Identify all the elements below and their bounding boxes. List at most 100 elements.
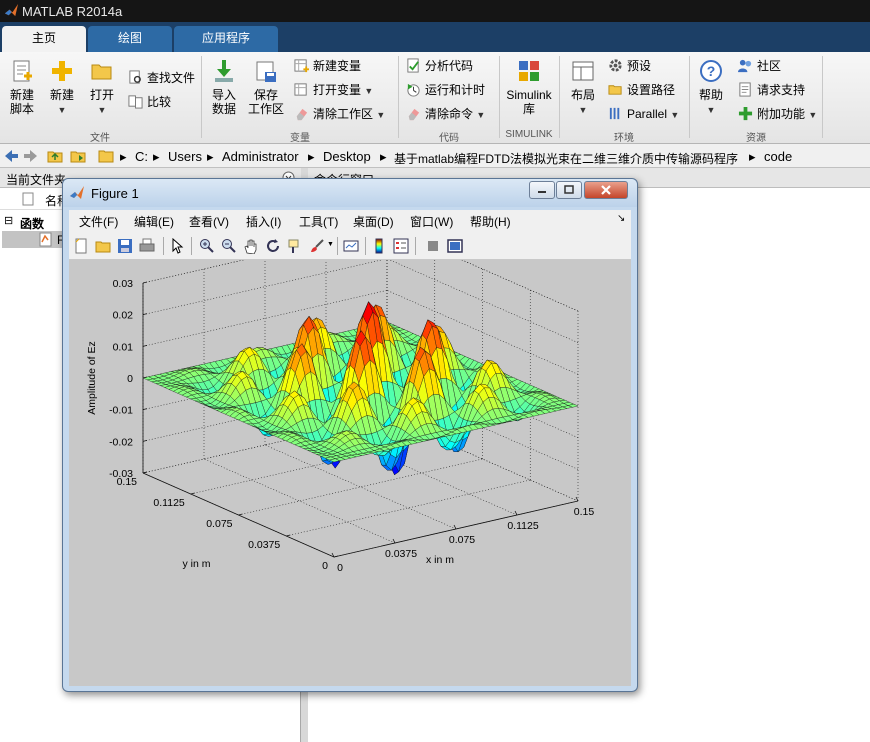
breadcrumb-desktop[interactable]: Desktop [323, 149, 371, 164]
z-tick-label: -0.01 [109, 405, 133, 417]
find-files-button[interactable]: 查找文件 [128, 68, 195, 88]
pan-hand-icon[interactable] [243, 238, 259, 254]
new-button[interactable]: 新建 ▼ [44, 58, 80, 117]
addons-button[interactable]: 附加功能 ▼ [738, 104, 817, 124]
pointer-icon[interactable] [169, 238, 185, 254]
toolbar-separator [191, 237, 192, 255]
menu-file[interactable]: 文件(F) [79, 213, 118, 230]
compare-button[interactable]: 比较 [128, 92, 171, 112]
analyze-code-icon [407, 58, 419, 73]
rotate-3d-icon[interactable] [265, 238, 281, 254]
run-and-time-button[interactable]: 运行和计时 [406, 80, 485, 100]
simulink-library-button[interactable]: Simulink 库 [504, 58, 554, 116]
tab-apps[interactable]: 应用程序 [174, 26, 278, 52]
up-folder-icon[interactable] [47, 148, 63, 164]
ribbon-separator [398, 56, 399, 138]
breadcrumb-administrator[interactable]: Administrator [222, 149, 299, 164]
dock-arrow-icon[interactable]: ↘ [617, 213, 625, 224]
preferences-button[interactable]: 预设 [608, 56, 651, 76]
parallel-button[interactable]: Parallel ▼ [608, 104, 679, 124]
brush-icon[interactable] [309, 238, 325, 254]
address-bar: ▸ C: ▸ Users ▸ Administrator ▸ Desktop ▸… [0, 144, 870, 168]
new-figure-icon[interactable] [73, 238, 89, 254]
menu-insert[interactable]: 插入(I) [246, 213, 281, 230]
print-icon[interactable] [139, 238, 155, 254]
open-variable-button[interactable]: 打开变量 ▼ [294, 80, 373, 100]
save-icon[interactable] [117, 238, 133, 254]
menu-help[interactable]: 帮助(H) [470, 213, 511, 230]
ribbon: 新建 脚本 新建 ▼ 打开 ▼ 查找文件 比较 文件 导入 数据 保存 工作区 新建变量 … [0, 52, 870, 144]
colorbar-icon[interactable] [371, 238, 387, 254]
maximize-button[interactable] [556, 181, 582, 199]
breadcrumb-code[interactable]: code [764, 149, 792, 164]
save-workspace-button[interactable]: 保存 工作区 [246, 58, 286, 116]
app-title: MATLAB R2014a [22, 4, 123, 19]
layout-button[interactable]: 布局 ▼ [566, 58, 600, 117]
minimize-button[interactable] [529, 181, 555, 199]
y-tick-label: 0.0375 [248, 539, 280, 551]
close-icon [601, 185, 611, 195]
z-axis-label: Amplitude of Ez [86, 341, 98, 415]
show-plot-tools-icon[interactable] [447, 238, 463, 254]
ribbon-tabstrip: 主页 绘图 应用程序 [0, 22, 870, 52]
breadcrumb-c[interactable]: C: [135, 149, 148, 164]
menu-tools[interactable]: 工具(T) [299, 213, 338, 230]
link-plot-icon[interactable] [343, 238, 359, 254]
request-support-button[interactable]: 请求支持 [738, 80, 805, 100]
hide-plot-tools-icon[interactable] [425, 238, 441, 254]
community-button[interactable]: 社区 [738, 56, 781, 76]
folder-icon [98, 150, 114, 163]
data-cursor-icon[interactable] [287, 238, 303, 254]
folder-path-icon [608, 85, 622, 95]
y-tick-label: 0.075 [206, 518, 232, 530]
new-script-button[interactable]: 新建 脚本 [4, 58, 40, 116]
open-file-icon[interactable] [95, 238, 111, 254]
legend-icon[interactable] [393, 238, 409, 254]
menu-desktop[interactable]: 桌面(D) [353, 213, 394, 230]
z-tick [142, 439, 148, 442]
x-tick [392, 538, 396, 544]
find-files-icon [129, 70, 141, 84]
open-button[interactable]: 打开 ▼ [84, 58, 120, 117]
x-tick-label: 0.0375 [385, 548, 417, 560]
group-label-environment: 环境 [614, 133, 634, 144]
tab-plots[interactable]: 绘图 [88, 26, 172, 52]
menu-window[interactable]: 窗口(W) [410, 213, 453, 230]
support-icon [739, 82, 751, 97]
breadcrumb-project-folder[interactable]: 基于matlab编程FDTD法模拟光束在二维三维介质中传输源码程序 [394, 150, 738, 167]
zoom-out-icon[interactable] [221, 238, 237, 254]
clear-workspace-button[interactable]: 清除工作区 ▼ [294, 104, 385, 124]
z-tick [142, 344, 148, 347]
grid-line [203, 458, 396, 544]
back-arrow-icon[interactable] [3, 148, 19, 164]
new-variable-button[interactable]: 新建变量 [294, 56, 361, 76]
grid-line [238, 458, 483, 516]
help-button[interactable]: ? 帮助 ▼ [696, 58, 726, 117]
import-data-button[interactable]: 导入 数据 [206, 58, 242, 116]
current-folder-title: 当前文件夹 [6, 173, 67, 187]
toolbar-separator [163, 237, 164, 255]
tab-home[interactable]: 主页 [2, 26, 86, 52]
grid-line [286, 479, 531, 537]
z-tick-label: 0.02 [113, 310, 134, 322]
z-tick-label: 0.01 [113, 341, 134, 353]
analyze-code-button[interactable]: 分析代码 [406, 56, 473, 76]
zoom-in-icon[interactable] [199, 238, 215, 254]
menu-edit[interactable]: 编辑(E) [134, 213, 174, 230]
ribbon-separator [499, 56, 500, 138]
x-tick-label: 0 [337, 562, 343, 574]
close-button[interactable] [584, 181, 628, 199]
forward-arrow-icon[interactable] [23, 148, 39, 164]
set-path-button[interactable]: 设置路径 [608, 80, 675, 100]
figure-titlebar[interactable]: Figure 1 [63, 179, 637, 207]
toolbar-separator [415, 237, 416, 255]
surface-plot[interactable]: 0.030.020.010-0.01-0.02-0.0300.03750.075… [69, 260, 631, 686]
breadcrumb-users[interactable]: Users [168, 149, 202, 164]
browse-folder-icon[interactable] [70, 148, 86, 164]
minimize-icon [538, 191, 546, 193]
menu-view[interactable]: 查看(V) [189, 213, 229, 230]
collapse-icon[interactable]: ⊟ [4, 214, 13, 227]
clear-commands-button[interactable]: 清除命令 ▼ [406, 104, 485, 124]
brush-dropdown-icon[interactable]: ▼ [327, 241, 334, 248]
svg-text:?: ? [707, 63, 716, 79]
